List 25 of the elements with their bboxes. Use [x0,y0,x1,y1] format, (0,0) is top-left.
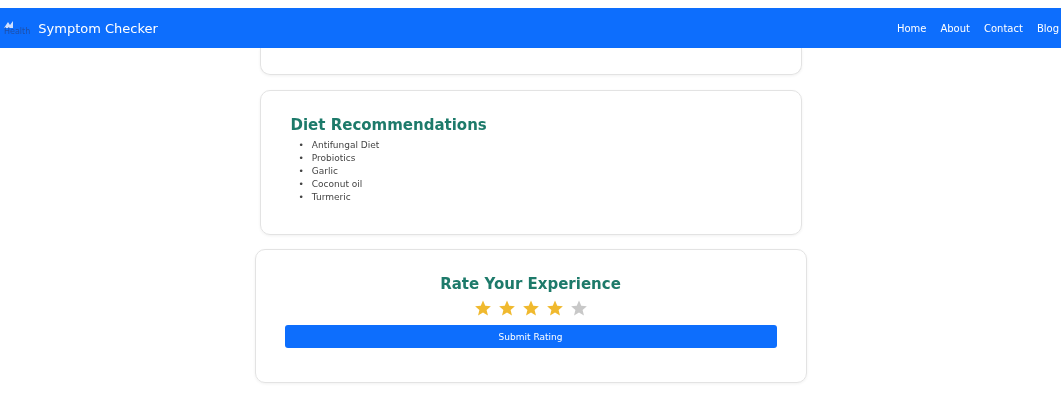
broken-image-icon [4,20,13,28]
submit-button[interactable]: Submit Rating [284,325,777,348]
card-heading: Rate Your Experience [440,275,621,293]
logo-alt-text: Health [4,27,31,36]
diet-item: Coconut oil [311,178,363,191]
diet-item: Turmeric [311,191,351,204]
star-icon[interactable] [497,299,516,317]
bullet: • [298,139,304,152]
bullet: • [298,152,304,165]
diet-item: Garlic [311,165,338,178]
bullet: • [298,191,304,204]
bullet: • [298,165,304,178]
diet-item: Antifungal Diet [311,139,380,152]
nav-link[interactable]: Home [896,22,927,34]
nav-link[interactable]: About [940,22,970,34]
star-icon[interactable] [521,299,540,317]
star-icon[interactable] [473,299,492,317]
star-icon[interactable] [569,299,588,317]
nav-link[interactable]: Contact [984,22,1023,34]
bullet: • [298,178,304,191]
diet-item: Probiotics [311,152,356,165]
card-heading: Diet Recommendations [290,116,487,134]
site-title[interactable]: Symptom Checker [38,20,158,36]
nav-link[interactable]: Blog [1036,22,1059,34]
star-icon[interactable] [545,299,564,317]
